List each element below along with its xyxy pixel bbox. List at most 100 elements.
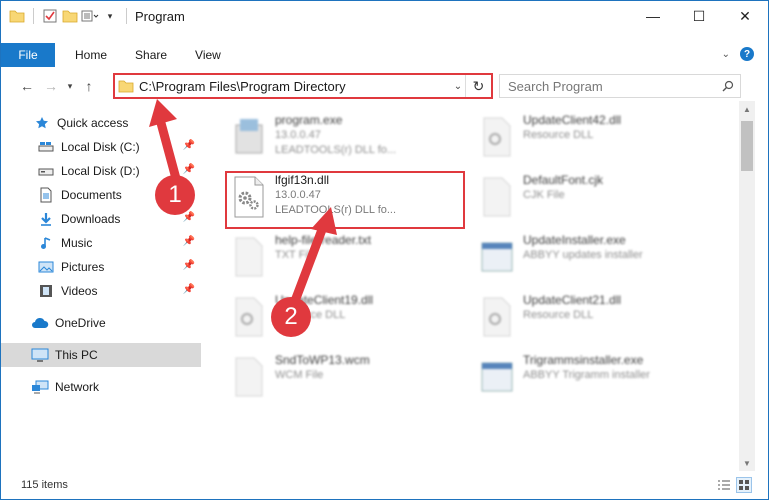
sidebar-item-label: OneDrive	[55, 316, 106, 330]
sidebar-item-label: Music	[61, 236, 93, 250]
sidebar-item-quick-access[interactable]: Quick access	[1, 111, 201, 135]
new-folder-icon[interactable]	[60, 5, 80, 27]
navigation-bar: ← → ▾ ↑ C:\Program Files\Program Directo…	[1, 71, 768, 101]
step-badge-1: 1	[155, 175, 195, 215]
explorer-window: ▾ Program — ☐ ✕ File Home Share View ⌄ ?…	[0, 0, 769, 500]
file-name: help-file-reader.txt	[275, 233, 372, 247]
search-box[interactable]: Search Program	[499, 74, 741, 98]
folder-icon	[115, 75, 137, 97]
file-type: Resource DLL	[523, 129, 594, 141]
file-item-program-exe[interactable]: program.exe 13.0.0.47 LEADTOOLS(r) DLL f…	[227, 111, 472, 167]
drive-icon	[37, 138, 55, 156]
status-bar: 115 items	[1, 471, 768, 499]
documents-icon	[37, 186, 55, 204]
file-item-updateclient42[interactable]: UpdateClient42.dll Resource DLL	[475, 111, 720, 167]
sidebar-item-label: Documents	[61, 188, 122, 202]
ribbon-tabs: File Home Share View ⌄ ?	[1, 43, 768, 67]
large-icons-view-icon[interactable]	[736, 477, 752, 493]
file-item-sndtowp13[interactable]: SndToWP13.wcm WCM File	[227, 351, 472, 407]
network-icon	[31, 378, 49, 396]
pin-icon[interactable]: 📌	[183, 140, 195, 151]
pin-icon[interactable]: 📌	[183, 164, 195, 175]
txt-icon	[227, 231, 271, 283]
cloud-icon	[31, 314, 49, 332]
sidebar-item-label: Downloads	[61, 212, 121, 226]
scroll-down-icon[interactable]: ▼	[739, 455, 755, 471]
title-divider	[126, 8, 127, 24]
sidebar-item-label: Local Disk (C:)	[61, 140, 140, 154]
videos-icon	[37, 282, 55, 300]
file-type: WCM File	[275, 369, 324, 381]
tab-file[interactable]: File	[1, 43, 55, 67]
refresh-button[interactable]: ↻	[465, 75, 491, 97]
pin-icon[interactable]: 📌	[183, 284, 195, 295]
star-icon	[33, 114, 51, 132]
file-icon	[475, 171, 519, 223]
file-type: TXT File	[275, 249, 317, 261]
file-item-updateclient19[interactable]: UpdateClient19.dll Resource DLL	[227, 291, 472, 347]
address-path[interactable]: C:\Program Files\Program Directory	[137, 79, 451, 94]
pin-icon[interactable]: 📌	[183, 212, 195, 223]
ribbon-right-controls: ⌄ ?	[722, 47, 754, 61]
file-item-trigramm-installer[interactable]: Trigrammsinstaller.exe ABBYY Trigramm in…	[475, 351, 720, 407]
sidebar-item-local-disk-c[interactable]: Local Disk (C:) 📌	[1, 135, 201, 159]
address-dropdown-icon[interactable]: ⌄	[451, 81, 465, 92]
dll-icon	[227, 291, 271, 343]
file-type: CJK File	[523, 189, 565, 201]
file-name: UpdateInstaller.exe	[523, 233, 626, 247]
drive-icon	[37, 162, 55, 180]
toolbar-divider	[33, 8, 34, 24]
tab-home[interactable]: Home	[55, 43, 121, 67]
sidebar-item-label: Network	[55, 380, 100, 394]
window-controls: — ☐ ✕	[630, 1, 768, 31]
help-icon[interactable]: ?	[740, 47, 754, 61]
file-name: UpdateClient21.dll	[523, 293, 622, 307]
quick-access-toolbar: ▾ Program	[1, 1, 185, 31]
file-item-help-txt[interactable]: help-file-reader.txt TXT File	[227, 231, 472, 287]
scroll-up-icon[interactable]: ▲	[739, 101, 755, 117]
pin-icon[interactable]: 📌	[183, 260, 195, 271]
scroll-thumb[interactable]	[741, 121, 753, 171]
properties-icon[interactable]	[40, 5, 60, 27]
sidebar-item-label: Videos	[61, 284, 98, 298]
forward-button[interactable]: →	[39, 74, 63, 98]
minimize-button[interactable]: —	[630, 1, 676, 31]
sidebar-item-this-pc[interactable]: This PC	[1, 343, 201, 367]
sidebar-item-label: Pictures	[61, 260, 105, 274]
step-badge-2: 2	[271, 297, 311, 337]
maximize-button[interactable]: ☐	[676, 1, 722, 31]
up-button[interactable]: ↑	[77, 74, 101, 98]
dll-icon	[475, 291, 519, 343]
file-item-updateclient21[interactable]: UpdateClient21.dll Resource DLL	[475, 291, 720, 347]
chevron-down-icon[interactable]: ▾	[100, 5, 120, 27]
recent-locations-button[interactable]: ▾	[63, 74, 77, 98]
customize-toolbar-icon[interactable]	[80, 5, 100, 27]
sidebar-item-onedrive[interactable]: OneDrive	[1, 311, 201, 335]
tab-share[interactable]: Share	[121, 43, 181, 67]
sidebar-item-label: This PC	[55, 348, 98, 362]
sidebar-item-videos[interactable]: Videos 📌	[1, 279, 201, 303]
expand-ribbon-icon[interactable]: ⌄	[722, 49, 730, 60]
sidebar-item-music[interactable]: Music 📌	[1, 231, 201, 255]
address-bar[interactable]: C:\Program Files\Program Directory ⌄ ↻	[113, 73, 493, 99]
vertical-scrollbar[interactable]: ▲ ▼	[739, 101, 755, 471]
sidebar-item-network[interactable]: Network	[1, 375, 201, 399]
item-count: 115 items	[21, 479, 68, 491]
file-item-defaultfont[interactable]: DefaultFont.cjk CJK File	[475, 171, 720, 227]
search-icon[interactable]	[716, 80, 740, 92]
installer-icon	[475, 231, 519, 283]
file-list: program.exe 13.0.0.47 LEADTOOLS(r) DLL f…	[211, 107, 737, 471]
installer-icon	[475, 351, 519, 403]
file-name: program.exe	[275, 113, 343, 127]
close-button[interactable]: ✕	[722, 1, 768, 31]
details-view-icon[interactable]	[716, 477, 732, 493]
navigation-pane: Quick access Local Disk (C:) 📌 Local Dis…	[1, 107, 201, 471]
tab-view[interactable]: View	[181, 43, 235, 67]
back-button[interactable]: ←	[15, 74, 39, 98]
search-input[interactable]: Search Program	[508, 79, 716, 94]
file-item-updateinstaller[interactable]: UpdateInstaller.exe ABBYY updates instal…	[475, 231, 720, 287]
file-description: ABBYY Trigramm installer	[523, 369, 650, 381]
pin-icon[interactable]: 📌	[183, 236, 195, 247]
file-type: Resource DLL	[523, 309, 594, 321]
sidebar-item-pictures[interactable]: Pictures 📌	[1, 255, 201, 279]
